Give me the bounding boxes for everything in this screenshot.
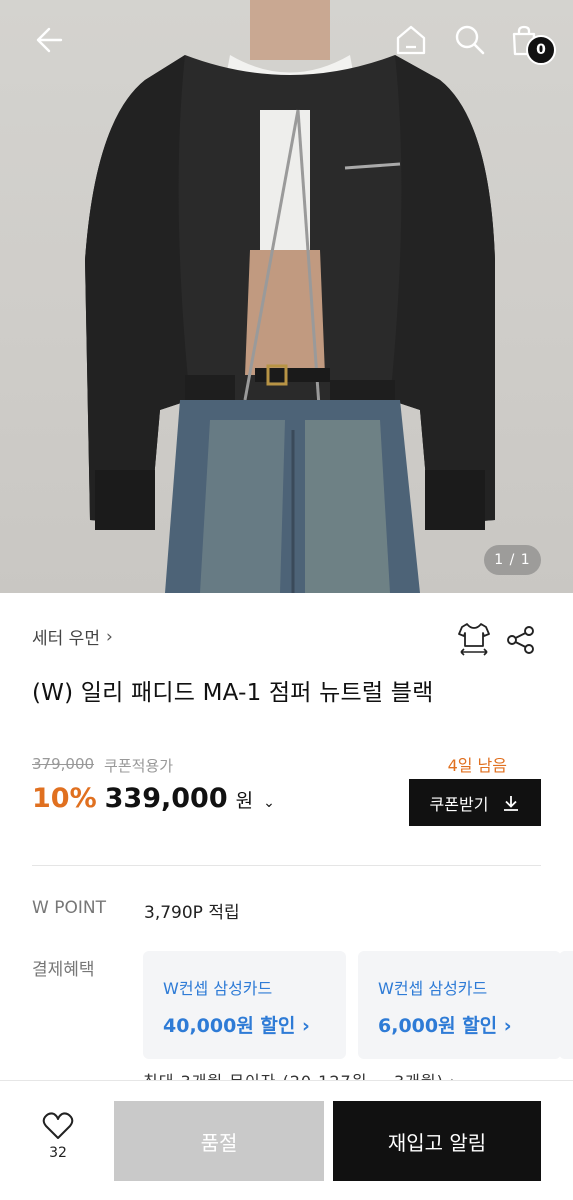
original-price: 379,000 (32, 755, 95, 773)
restock-alert-button[interactable]: 재입고 알림 (333, 1101, 541, 1181)
download-icon (504, 795, 519, 811)
coupon-price-label: 쿠폰적용가 (104, 757, 174, 775)
discount-rate: 10% (32, 783, 97, 814)
brand-link[interactable]: 세터 우먼 › (32, 624, 113, 650)
search-icon[interactable] (452, 22, 488, 58)
coupon-remaining-time: 4일 남음 (447, 756, 507, 775)
product-photo (85, 0, 495, 593)
original-price-row: 379,000 쿠폰적용가 (32, 755, 173, 776)
wishlist-button[interactable]: 32 (30, 1111, 86, 1171)
benefit-card[interactable]: W컨셉 삼성카드 40,000원 할인 › (143, 951, 346, 1059)
coupon-button-label: 쿠폰받기 (429, 794, 489, 814)
benefit-card-name: W컨셉 삼성카드 (378, 979, 488, 998)
price-row[interactable]: 10% 339,000 원 ⌄ (32, 783, 275, 814)
image-pager: 1 / 1 (484, 545, 541, 575)
installment-info: 최대 3개월 무이자 (20,127원 ~ 3개월) › (143, 1068, 483, 1080)
bottom-action-bar: 32 품절 재입고 알림 (0, 1080, 573, 1200)
benefit-card-partial[interactable] (559, 951, 573, 1059)
share-icon[interactable] (505, 624, 537, 656)
benefit-card-name: W컨셉 삼성카드 (163, 979, 273, 998)
tshirt-size-icon[interactable] (456, 620, 492, 656)
brand-name: 세터 우먼 (32, 629, 100, 649)
product-image-gallery[interactable]: 0 1 / 1 (0, 0, 573, 593)
home-icon[interactable] (393, 22, 429, 58)
sale-price: 339,000 (104, 783, 228, 814)
cart-count-badge: 0 (526, 35, 556, 65)
chevron-down-icon: ⌄ (263, 795, 275, 811)
top-navigation-bar: 0 (0, 0, 573, 80)
w-point-value: 3,790P 적립 (144, 903, 240, 923)
w-point-label: W POINT (32, 898, 106, 918)
currency-unit: 원 (235, 790, 254, 812)
coupon-download-button[interactable]: 쿠폰받기 (409, 779, 541, 826)
wishlist-count: 32 (49, 1145, 67, 1161)
benefit-card-amount: 40,000원 할인 › (163, 1015, 310, 1037)
benefit-card-amount: 6,000원 할인 › (378, 1015, 512, 1037)
payment-benefit-label: 결제혜택 (32, 960, 95, 980)
arrow-left-icon[interactable] (30, 22, 66, 58)
heart-icon (42, 1112, 74, 1139)
section-divider (32, 865, 541, 866)
product-title: (W) 일리 패디드 MA-1 점퍼 뉴트럴 블랙 (32, 680, 434, 706)
chevron-right-icon: › (105, 626, 113, 647)
soldout-button[interactable]: 품절 (114, 1101, 324, 1181)
benefit-card[interactable]: W컨셉 삼성카드 6,000원 할인 › (358, 951, 561, 1059)
w-point-row: W POINT 3,790P 적립 (32, 898, 240, 923)
